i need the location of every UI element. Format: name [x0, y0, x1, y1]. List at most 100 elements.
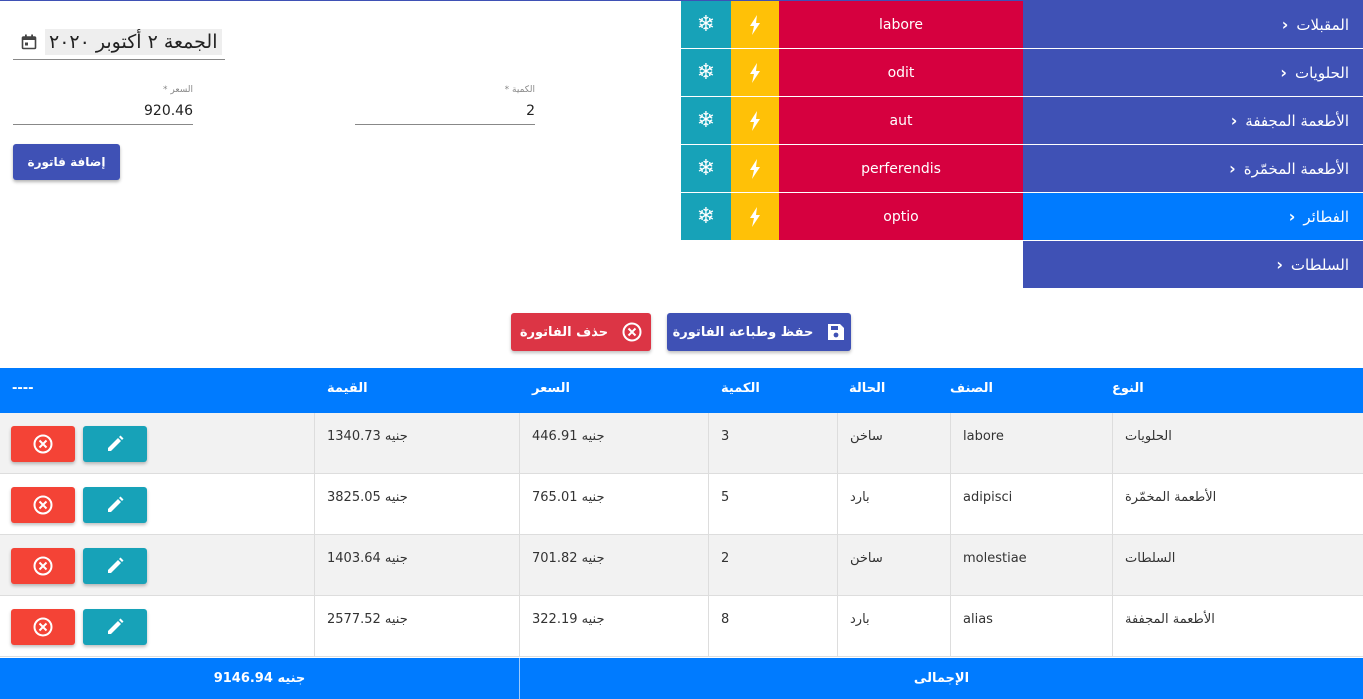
category-item-desserts[interactable]: › الحلويات — [1023, 49, 1363, 97]
cell-price: 701.82 جنيه — [532, 551, 605, 566]
close-circle-icon — [33, 495, 53, 515]
cell-value: 2577.52 جنيه — [327, 612, 408, 627]
calendar-icon — [21, 34, 37, 50]
total-label: الإجمالى — [913, 671, 970, 686]
header-value: القيمة — [327, 381, 368, 396]
product-row: ❄ perferendis — [681, 145, 1023, 193]
product-row: ❄ aut — [681, 97, 1023, 145]
delete-row-button[interactable] — [11, 487, 75, 523]
edit-row-button[interactable] — [83, 487, 147, 523]
cell-type: الحلويات — [1125, 429, 1172, 444]
table-row: الحلويات labore ساخن 3 446.91 جنيه 1340.… — [0, 413, 1363, 474]
category-item-fermented-food[interactable]: › الأطعمة المخمّرة — [1023, 145, 1363, 193]
lightning-icon[interactable] — [731, 1, 779, 48]
delete-row-button[interactable] — [11, 548, 75, 584]
delete-invoice-button[interactable]: حذف الفاتورة — [511, 313, 651, 351]
cell-item: molestiae — [963, 551, 1027, 566]
lightning-icon[interactable] — [731, 97, 779, 144]
price-label: السعر * — [163, 85, 193, 95]
category-item-dried-food[interactable]: › الأطعمة المجففة — [1023, 97, 1363, 145]
cell-status: ساخن — [850, 551, 883, 566]
edit-row-button[interactable] — [83, 426, 147, 462]
category-label: الحلويات — [1294, 63, 1349, 82]
category-item-salads[interactable]: › السلطات — [1023, 241, 1363, 289]
category-item-appetizers[interactable]: › المقبلات — [1023, 1, 1363, 49]
cell-qty: 8 — [721, 612, 730, 627]
pencil-icon — [108, 618, 124, 634]
header-item: الصنف — [950, 381, 993, 396]
save-print-invoice-button[interactable]: حفظ وطباعة الفاتورة — [667, 313, 851, 351]
price-field[interactable]: السعر * 920.46 — [13, 85, 193, 125]
cell-qty: 3 — [721, 429, 730, 444]
product-name[interactable]: labore — [779, 1, 1023, 48]
save-print-label: حفظ وطباعة الفاتورة — [672, 324, 814, 340]
header-actions: ---- — [12, 381, 34, 396]
product-name[interactable]: optio — [779, 193, 1023, 240]
category-item-pies[interactable]: › الفطائر — [1023, 193, 1363, 241]
snowflake-icon[interactable]: ❄ — [681, 97, 731, 144]
product-name[interactable]: aut — [779, 97, 1023, 144]
product-row: ❄ odit — [681, 49, 1023, 97]
cell-type: السلطات — [1125, 551, 1176, 566]
lightning-icon[interactable] — [731, 145, 779, 192]
date-text: الجمعة ٢ أكتوبر ٢٠٢٠ — [45, 29, 222, 55]
snowflake-icon[interactable]: ❄ — [681, 193, 731, 240]
cell-status: بارد — [850, 490, 870, 505]
cell-status: ساخن — [850, 429, 883, 444]
edit-row-button[interactable] — [83, 548, 147, 584]
pencil-icon — [108, 557, 124, 573]
close-circle-icon — [33, 556, 53, 576]
table-footer: الإجمالى 9146.94 جنيه — [0, 658, 1363, 699]
cell-item: alias — [963, 612, 993, 627]
cell-price: 765.01 جنيه — [532, 490, 605, 505]
lightning-icon[interactable] — [731, 49, 779, 96]
cell-qty: 5 — [721, 490, 730, 505]
header-price: السعر — [532, 381, 570, 396]
cell-qty: 2 — [721, 551, 730, 566]
table-row: الأطعمة المجففة alias بارد 8 322.19 جنيه… — [0, 596, 1363, 657]
chevron-right-icon: › — [1230, 111, 1238, 130]
header-qty: الكمية — [721, 381, 760, 396]
snowflake-icon[interactable]: ❄ — [681, 145, 731, 192]
pencil-icon — [108, 435, 124, 451]
save-icon — [827, 323, 845, 341]
category-label: الفطائر — [1303, 207, 1349, 226]
category-menu: › المقبلات › الحلويات › الأطعمة المجففة … — [1023, 1, 1363, 289]
date-picker[interactable]: الجمعة ٢ أكتوبر ٢٠٢٠ — [13, 25, 225, 60]
table-row: الأطعمة المخمّرة adipisci بارد 5 765.01 … — [0, 474, 1363, 535]
quantity-label: الكمية * — [504, 85, 535, 95]
product-name[interactable]: perferendis — [779, 145, 1023, 192]
close-circle-icon — [33, 434, 53, 454]
product-row: ❄ optio — [681, 193, 1023, 241]
table-header: النوع الصنف الحالة الكمية السعر القيمة -… — [0, 368, 1363, 413]
cell-status: بارد — [850, 612, 870, 627]
table-row: السلطات molestiae ساخن 2 701.82 جنيه 140… — [0, 535, 1363, 596]
product-name[interactable]: odit — [779, 49, 1023, 96]
cell-item: adipisci — [963, 490, 1013, 505]
price-value: 920.46 — [144, 103, 193, 119]
delete-invoice-label: حذف الفاتورة — [519, 324, 609, 340]
lightning-icon[interactable] — [731, 193, 779, 240]
chevron-right-icon: › — [1280, 63, 1287, 82]
delete-row-button[interactable] — [11, 426, 75, 462]
chevron-right-icon: › — [1276, 255, 1283, 274]
category-label: الأطعمة المجففة — [1245, 111, 1349, 130]
add-invoice-button[interactable]: إضافة فاتورة — [13, 144, 120, 180]
quantity-field[interactable]: الكمية * 2 — [355, 85, 535, 125]
delete-row-button[interactable] — [11, 609, 75, 645]
total-value: 9146.94 جنيه — [213, 671, 306, 686]
quantity-value: 2 — [526, 103, 535, 119]
product-row: ❄ labore — [681, 1, 1023, 49]
header-type: النوع — [1112, 381, 1144, 396]
snowflake-icon[interactable]: ❄ — [681, 1, 731, 48]
edit-row-button[interactable] — [83, 609, 147, 645]
close-circle-icon — [33, 617, 53, 637]
header-status: الحالة — [849, 381, 886, 396]
cell-price: 322.19 جنيه — [532, 612, 605, 627]
category-label: السلطات — [1290, 255, 1349, 274]
invoice-table: النوع الصنف الحالة الكمية السعر القيمة -… — [0, 368, 1363, 657]
pencil-icon — [108, 496, 124, 512]
chevron-right-icon: › — [1281, 15, 1289, 34]
snowflake-icon[interactable]: ❄ — [681, 49, 731, 96]
chevron-right-icon: › — [1229, 159, 1236, 178]
